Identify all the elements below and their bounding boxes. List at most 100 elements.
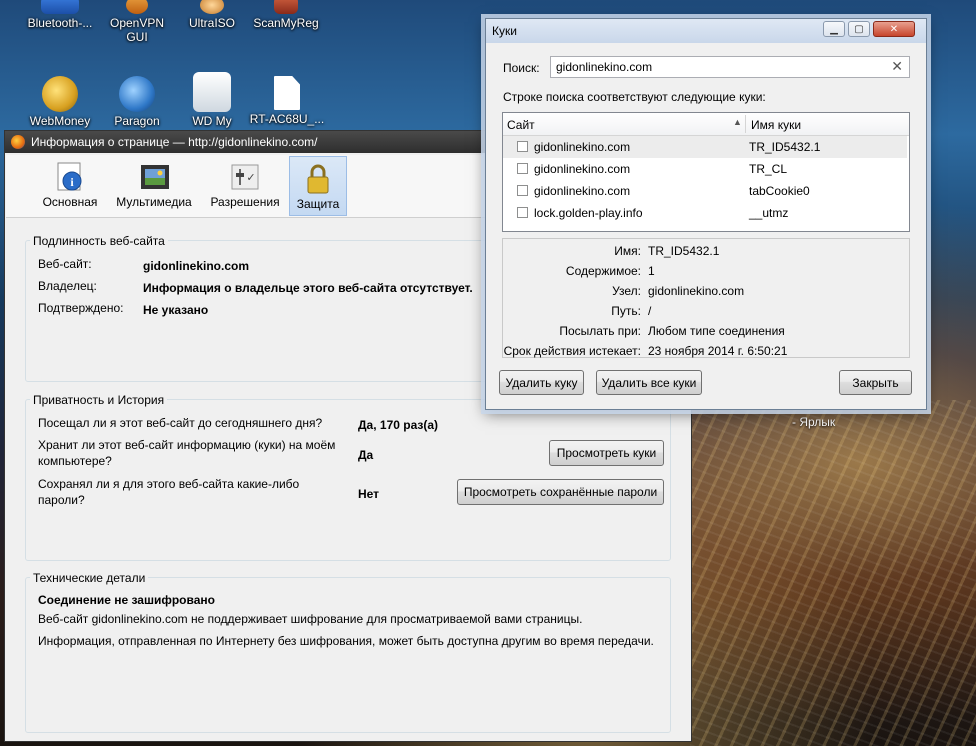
passwords-answer: Нет xyxy=(358,487,380,501)
cookies-title: Куки xyxy=(492,24,517,38)
desktop-wallpaper-city xyxy=(690,400,976,746)
svg-text:✓: ✓ xyxy=(246,172,255,184)
cookie-row[interactable]: gidonlinekino.com tabCookie0 xyxy=(503,180,907,202)
view-saved-passwords-button[interactable]: Просмотреть сохранённые пароли xyxy=(457,479,664,505)
website-value: gidonlinekino.com xyxy=(143,259,250,273)
scanmyreg-icon xyxy=(274,0,298,14)
connection-heading: Соединение не зашифровано xyxy=(38,593,215,607)
owner-value: Информация о владельце этого веб-сайта о… xyxy=(143,281,473,295)
desktop-icon-openvpn[interactable]: OpenVPN GUI xyxy=(98,0,176,44)
cookie-name: TR_ID5432.1 xyxy=(749,140,821,154)
minimize-icon: ▁ xyxy=(830,23,838,35)
column-divider xyxy=(745,115,746,133)
detail-expires-value: 23 ноября 2014 г. 6:50:21 xyxy=(648,344,788,358)
tab-permissions[interactable]: ✓ Разрешения xyxy=(206,155,284,211)
close-button[interactable]: Закрыть xyxy=(839,370,912,395)
desktop-icon-ultraiso[interactable]: UltraISO xyxy=(172,0,252,30)
media-icon xyxy=(139,161,169,193)
desktop-icon-webmoney[interactable]: WebMoney xyxy=(20,76,100,128)
search-input[interactable]: gidonlinekino.com ✕ xyxy=(550,56,910,78)
desktop-icon-scanmyreg[interactable]: ScanMyReg xyxy=(246,0,326,30)
delete-all-cookies-button[interactable]: Удалить все куки xyxy=(596,370,702,395)
close-icon: ✕ xyxy=(889,23,899,35)
search-input-value: gidonlinekino.com xyxy=(556,60,653,74)
tab-general[interactable]: i Основная xyxy=(36,155,104,211)
cookie-checkbox[interactable] xyxy=(517,163,528,174)
match-text: Строке поиска соответствуют следующие ку… xyxy=(503,90,766,104)
column-site[interactable]: Сайт xyxy=(507,118,743,132)
passwords-question-line2: пароли? xyxy=(38,493,85,507)
website-label: Веб-сайт: xyxy=(38,257,92,271)
tab-security[interactable]: Защита xyxy=(289,156,347,216)
desktop-icon-rt-ac68u[interactable]: RT-AC68U_... xyxy=(247,76,327,126)
view-cookies-button[interactable]: Просмотреть куки xyxy=(549,440,664,466)
cookies-list: Сайт ▲ Имя куки gidonlinekino.com TR_ID5… xyxy=(502,112,910,232)
cookie-checkbox[interactable] xyxy=(517,207,528,218)
page-info-title: Информация о странице — http://gidonline… xyxy=(31,135,318,149)
desktop-icon-wd[interactable]: WD My xyxy=(172,72,252,128)
detail-expires-label: Срок действия истекает: xyxy=(503,344,641,358)
firefox-icon xyxy=(11,135,25,149)
detail-content-value: 1 xyxy=(648,264,655,278)
info-icon: i xyxy=(55,161,85,193)
cookie-row[interactable]: lock.golden-play.info __utmz xyxy=(503,202,907,224)
openvpn-icon xyxy=(126,0,148,14)
cookie-checkbox[interactable] xyxy=(517,185,528,196)
detail-content-label: Содержимое: xyxy=(565,264,641,278)
detail-name-label: Имя: xyxy=(614,244,641,258)
identity-group-title: Подлинность веб-сайта xyxy=(30,234,168,248)
verified-value: Не указано xyxy=(143,303,209,317)
cookie-details: Имя: TR_ID5432.1 Содержимое: 1 Узел: gid… xyxy=(502,238,910,358)
bluetooth-icon xyxy=(41,0,79,14)
sort-up-icon: ▲ xyxy=(733,117,742,127)
cookies-window: Куки ▁ ▢ ✕ Поиск: gidonlinekino.com ✕ Ст… xyxy=(485,18,927,410)
maximize-icon: ▢ xyxy=(854,23,864,35)
cookie-name: __utmz xyxy=(749,206,789,220)
technical-line2: Информация, отправленная по Интернету бе… xyxy=(38,634,654,648)
desktop-shortcut-label: - Ярлык xyxy=(792,415,836,429)
detail-send-value: Любом типе соединения xyxy=(648,324,785,338)
close-window-button[interactable]: ✕ xyxy=(873,21,915,37)
privacy-group-title: Приватность и История xyxy=(30,393,168,407)
maximize-button[interactable]: ▢ xyxy=(848,21,870,37)
ultraiso-icon xyxy=(200,0,224,14)
webmoney-icon xyxy=(42,76,78,112)
detail-name-value: TR_ID5432.1 xyxy=(648,244,720,258)
wd-icon xyxy=(193,72,231,112)
detail-path-value: / xyxy=(648,304,652,318)
detail-send-label: Посылать при: xyxy=(559,324,641,338)
detail-host-value: gidonlinekino.com xyxy=(648,284,745,298)
cookie-name: TR_CL xyxy=(749,162,788,176)
cookies-question-line1: Хранит ли этот веб-сайт информацию (куки… xyxy=(38,438,336,452)
verified-label: Подтверждено: xyxy=(38,301,124,315)
cookie-row[interactable]: gidonlinekino.com TR_ID5432.1 xyxy=(503,136,907,158)
delete-cookie-button[interactable]: Удалить куку xyxy=(499,370,584,395)
cookie-site: gidonlinekino.com xyxy=(534,184,631,198)
clear-search-icon[interactable]: ✕ xyxy=(891,58,903,75)
permissions-icon: ✓ xyxy=(230,161,260,193)
cookie-site: gidonlinekino.com xyxy=(534,140,631,154)
visited-question: Посещал ли я этот веб-сайт до сегодняшне… xyxy=(38,416,323,430)
search-label: Поиск: xyxy=(503,61,540,75)
detail-path-label: Путь: xyxy=(611,304,641,318)
cookie-site: lock.golden-play.info xyxy=(534,206,643,220)
desktop-icon-paragon[interactable]: Paragon xyxy=(97,76,177,128)
column-cookie-name[interactable]: Имя куки xyxy=(751,118,801,132)
visited-answer: Да, 170 раз(а) xyxy=(358,418,439,432)
detail-host-label: Узел: xyxy=(612,284,641,298)
cookie-name: tabCookie0 xyxy=(749,184,810,198)
tab-media[interactable]: Мультимедиа xyxy=(114,155,194,211)
desktop-icon-bluetooth[interactable]: Bluetooth-... xyxy=(20,0,100,30)
paragon-icon xyxy=(119,76,155,112)
technical-line1: Веб-сайт gidonlinekino.com не поддержива… xyxy=(38,612,583,626)
cookie-site: gidonlinekino.com xyxy=(534,162,631,176)
passwords-question-line1: Сохранял ли я для этого веб-сайта какие-… xyxy=(38,477,300,491)
cookie-checkbox[interactable] xyxy=(517,141,528,152)
lock-icon xyxy=(303,163,333,195)
cookies-question-line2: компьютере? xyxy=(38,454,112,468)
file-icon xyxy=(274,76,300,110)
cookie-row[interactable]: gidonlinekino.com TR_CL xyxy=(503,158,907,180)
minimize-button[interactable]: ▁ xyxy=(823,21,845,37)
list-header: Сайт ▲ Имя куки xyxy=(503,113,909,136)
owner-label: Владелец: xyxy=(38,279,97,293)
